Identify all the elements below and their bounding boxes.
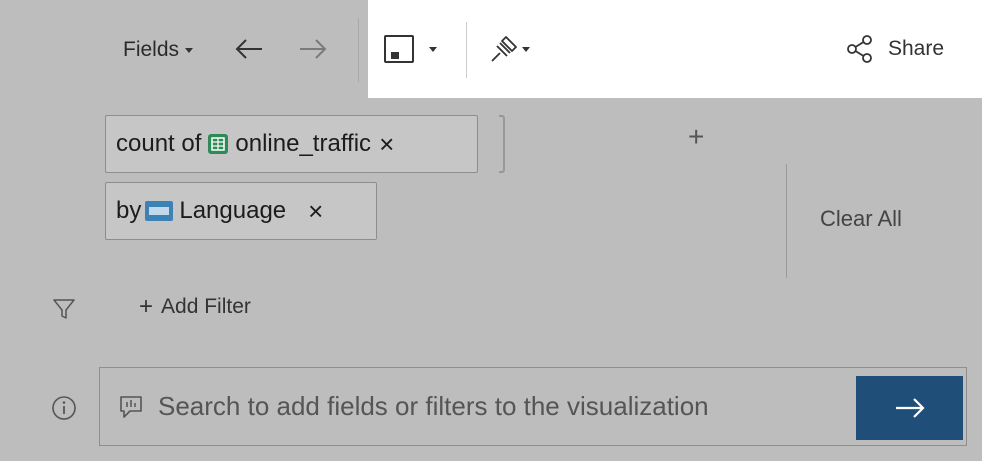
clear-all-button[interactable]: Clear All: [820, 206, 902, 232]
remove-measure-button[interactable]: ×: [379, 129, 394, 160]
measure-prefix: count of: [116, 130, 202, 157]
dimension-prefix: by: [116, 197, 142, 224]
search-input[interactable]: [158, 391, 848, 422]
funnel-icon: [53, 299, 75, 319]
search-box: [99, 367, 967, 446]
clear-divider: [786, 164, 787, 278]
fields-menu-button[interactable]: Fields: [123, 32, 194, 68]
forward-button[interactable]: [298, 33, 328, 65]
pin-icon: [491, 36, 517, 62]
abc-icon: [145, 201, 174, 221]
share-button[interactable]: Share: [846, 30, 944, 68]
save-icon: [384, 35, 414, 63]
share-label: Share: [888, 37, 945, 60]
arrow-right-icon: [300, 39, 327, 59]
measure-field-name: online_traffic: [235, 130, 372, 157]
share-nodes-icon: [847, 35, 872, 63]
ask-data-panel: Fields Share count of online_traffic × +…: [0, 0, 982, 461]
chevron-down-icon: [522, 46, 530, 52]
fields-label: Fields: [123, 38, 180, 61]
dimension-pill[interactable]: by Language ×: [105, 182, 377, 240]
add-field-button[interactable]: +: [688, 123, 704, 151]
arrow-left-icon: [235, 39, 262, 59]
add-filter-plus: +: [139, 293, 154, 320]
table-icon: [207, 133, 229, 155]
add-filter-label: Add Filter: [161, 295, 251, 318]
speech-bubble-icon: [120, 395, 142, 418]
back-button[interactable]: [234, 33, 264, 65]
chevron-down-icon: [185, 47, 194, 53]
submit-search-button[interactable]: [856, 376, 963, 440]
arrow-right-icon: [895, 398, 925, 418]
chevron-down-icon: [429, 46, 437, 52]
dimension-field-name: Language: [179, 197, 287, 224]
info-icon[interactable]: [51, 395, 77, 421]
remove-dimension-button[interactable]: ×: [308, 196, 323, 227]
toolbar-divider: [466, 22, 467, 78]
pin-menu-button[interactable]: [488, 31, 536, 67]
toolbar-divider: [358, 18, 359, 82]
pill-group-bracket: [499, 115, 505, 173]
measure-pill[interactable]: count of online_traffic ×: [105, 115, 478, 173]
add-filter-button[interactable]: + Add Filter: [139, 293, 251, 321]
save-menu-button[interactable]: [383, 31, 443, 67]
